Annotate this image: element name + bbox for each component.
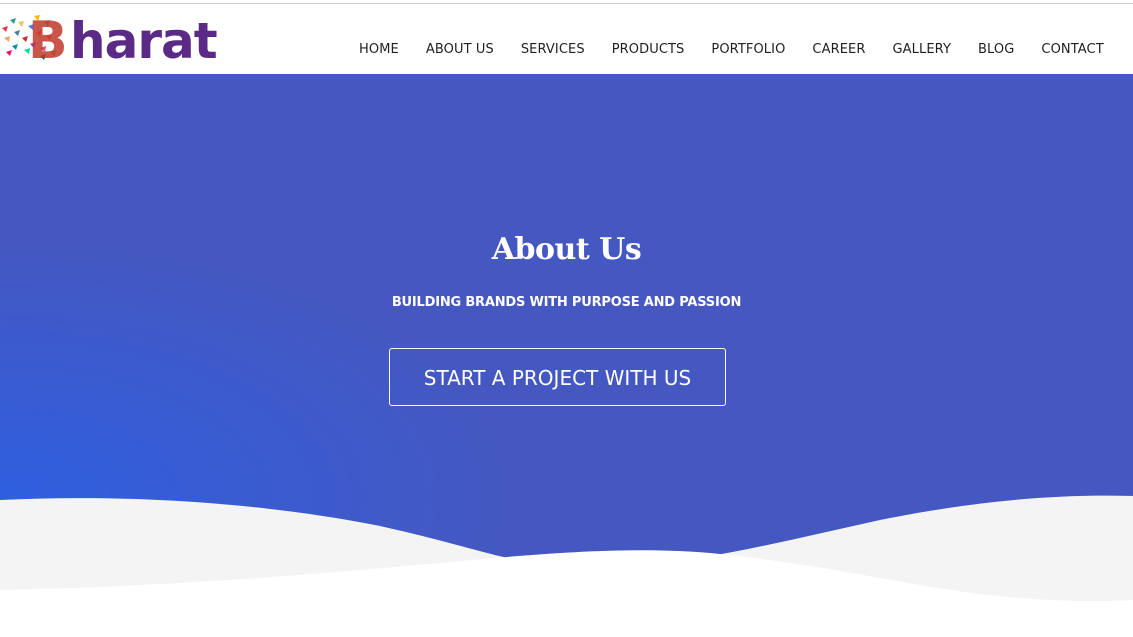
nav-about-us[interactable]: ABOUT US [426, 42, 494, 57]
logo-wordmark: harat [70, 12, 217, 68]
svg-text:B: B [28, 11, 68, 68]
nav-gallery[interactable]: GALLERY [893, 42, 952, 57]
start-project-button[interactable]: START A PROJECT WITH US [389, 348, 726, 406]
nav-portfolio[interactable]: PORTFOLIO [711, 42, 785, 57]
main-navigation: HOME ABOUT US SERVICES PRODUCTS PORTFOLIO CAR… [345, 38, 1117, 58]
hero-content: About Us BUILDING BRANDS WITH PURPOSE AN… [0, 232, 1133, 310]
nav-services[interactable]: SERVICES [521, 42, 585, 57]
site-logo[interactable]: B harat [0, 8, 245, 68]
nav-blog[interactable]: BLOG [978, 42, 1014, 57]
nav-home[interactable]: HOME [359, 42, 399, 57]
nav-products[interactable]: PRODUCTS [612, 42, 685, 57]
page-title: About Us [491, 232, 642, 267]
hero-subtitle: BUILDING BRANDS WITH PURPOSE AND PASSION [391, 295, 742, 310]
hero-banner: About Us BUILDING BRANDS WITH PURPOSE AN… [0, 74, 1133, 637]
page: B harat HOME ABOUT US SERVICES PRODUCTS PORT… [0, 0, 1133, 637]
site-header: B harat HOME ABOUT US SERVICES PRODUCTS PORT… [0, 4, 1133, 74]
bharat-logo-image: B harat [2, 11, 218, 68]
nav-career[interactable]: CAREER [812, 42, 865, 57]
nav-contact[interactable]: CONTACT [1041, 42, 1103, 57]
